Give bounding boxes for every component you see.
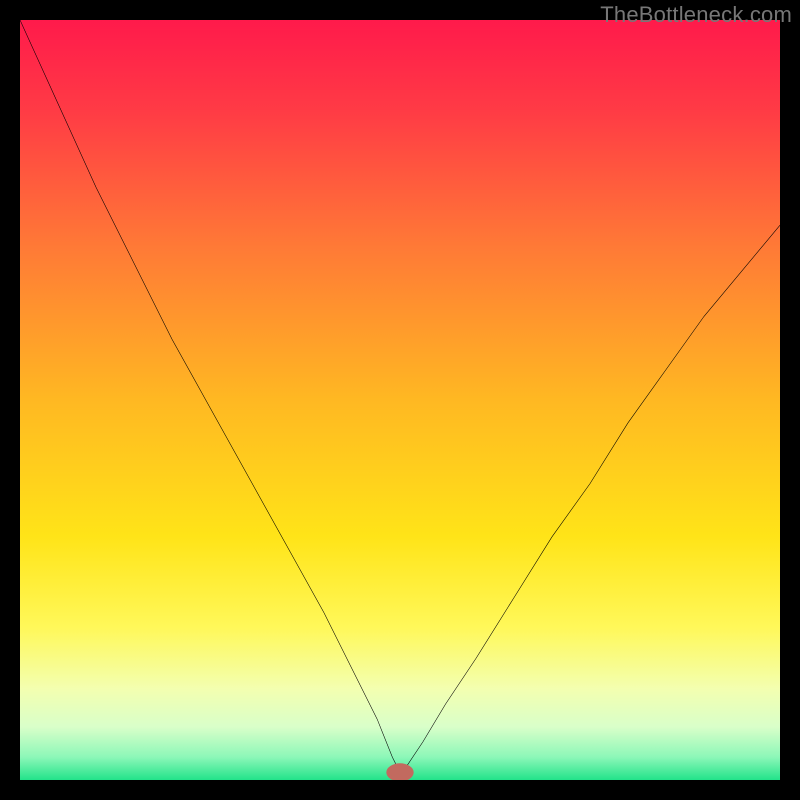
bottleneck-chart xyxy=(20,20,780,780)
watermark-text: TheBottleneck.com xyxy=(600,2,792,28)
chart-frame: TheBottleneck.com xyxy=(0,0,800,800)
plot-background xyxy=(20,20,780,780)
